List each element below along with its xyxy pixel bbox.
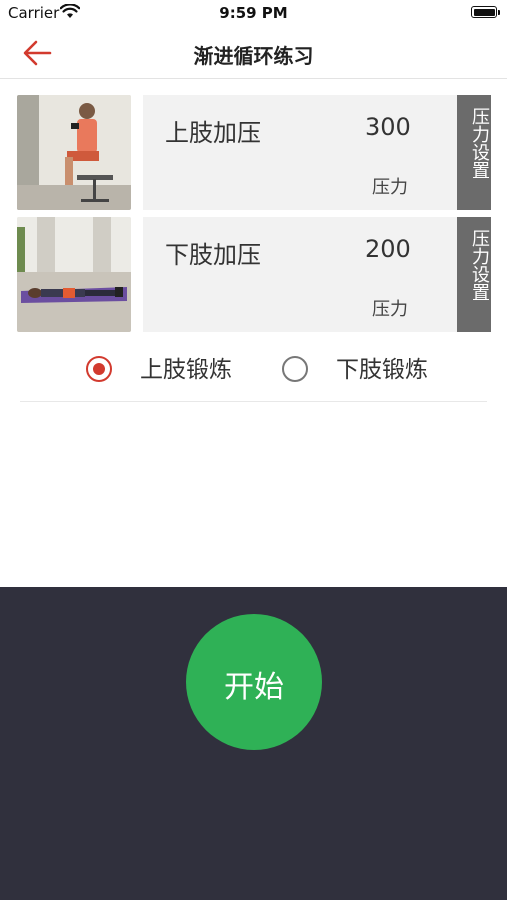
navigation-bar: 渐进循环练习: [0, 28, 507, 79]
page-title: 渐进循环练习: [193, 44, 314, 68]
radio-label: 下肢锻炼: [336, 357, 428, 383]
pressure-value: 300: [365, 113, 411, 141]
exercise-label: 上肢加压: [165, 119, 261, 147]
radio-checked-icon: [86, 356, 112, 382]
radio-label: 上肢锻炼: [140, 357, 232, 383]
start-button-label: 开始: [224, 670, 284, 705]
pressure-settings-label: 压力设置: [469, 229, 490, 301]
start-button[interactable]: 开始: [186, 614, 322, 750]
radio-unchecked-icon: [282, 356, 308, 382]
lying-leg-cuff-photo: [17, 217, 131, 332]
exercise-row-lower-limb: 下肢加压 200 压力 压力设置: [17, 217, 491, 332]
exercise-mode-radio-group: 上肢锻炼 下肢锻炼: [0, 346, 507, 386]
pressure-value: 200: [365, 235, 411, 263]
exercise-info-upper-limb: 上肢加压 300 压力: [143, 95, 457, 210]
pressure-unit: 压力: [372, 299, 408, 320]
clock: 9:59 PM: [219, 4, 288, 22]
pressure-unit: 压力: [372, 177, 408, 198]
status-bar: Carrier 9:59 PM: [0, 0, 507, 28]
pressure-settings-label: 压力设置: [469, 107, 490, 179]
seated-arm-cuff-photo: [17, 95, 131, 210]
exercise-label: 下肢加压: [165, 241, 261, 269]
pressure-settings-button-lower-limb[interactable]: 压力设置: [457, 217, 491, 332]
divider: [20, 401, 487, 402]
pressure-settings-button-upper-limb[interactable]: 压力设置: [457, 95, 491, 210]
battery-icon: [471, 6, 500, 18]
bottom-control-panel: 开始: [0, 587, 507, 900]
exercise-info-lower-limb: 下肢加压 200 压力: [143, 217, 457, 332]
exercise-row-upper-limb: 上肢加压 300 压力 压力设置: [17, 95, 491, 210]
